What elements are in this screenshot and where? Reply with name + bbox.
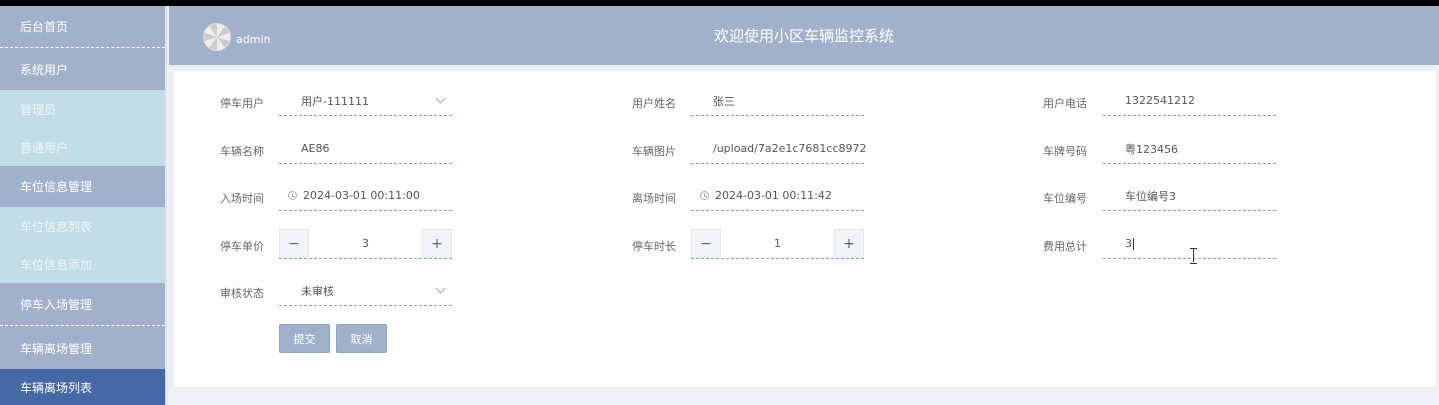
plate-number-input[interactable]: 粤123456 bbox=[1103, 134, 1276, 164]
exit-time-picker[interactable]: 2024-03-01 00:11:42 bbox=[691, 181, 864, 211]
total-fee-value: 3 bbox=[1125, 237, 1132, 250]
space-number-value: 车位编号3 bbox=[1125, 189, 1176, 203]
vehicle-image-value: /upload/7a2e1c7681cc8972 bbox=[713, 142, 867, 155]
unit-price-label: 停车单价 bbox=[220, 240, 264, 253]
review-status-label: 审核状态 bbox=[220, 287, 264, 300]
entry-time-picker[interactable]: 2024-03-01 00:11:00 bbox=[279, 181, 452, 211]
sidebar-item-home[interactable]: 后台首页 bbox=[0, 6, 165, 48]
sidebar-item-exit-list[interactable]: 车辆离场列表 bbox=[0, 369, 165, 405]
exit-time-value: 2024-03-01 00:11:42 bbox=[715, 189, 832, 202]
sidebar-item-label: 车辆离场列表 bbox=[20, 380, 93, 395]
duration-stepper: − 1 + bbox=[691, 229, 864, 259]
vehicle-name-input[interactable]: AE86 bbox=[279, 134, 452, 164]
sidebar-item-label: 后台首页 bbox=[20, 20, 69, 34]
cancel-button[interactable]: 取消 bbox=[336, 324, 387, 353]
clock-icon bbox=[700, 191, 709, 200]
duration-label: 停车时长 bbox=[632, 240, 676, 253]
user-select-value: 用户-111111 bbox=[301, 94, 369, 108]
duration-decrement-button[interactable]: − bbox=[691, 229, 721, 258]
unit-price-decrement-button[interactable]: − bbox=[279, 229, 309, 258]
space-number-label: 车位编号 bbox=[1043, 192, 1087, 205]
entry-time-label: 入场时间 bbox=[220, 192, 264, 205]
user-name-value: 张三 bbox=[713, 94, 735, 108]
plate-number-label: 车牌号码 bbox=[1043, 145, 1087, 158]
sidebar-item-label: 系统用户 bbox=[20, 63, 69, 77]
sidebar-item-label: 管理员 bbox=[20, 102, 57, 117]
sidebar-item-label: 普通用户 bbox=[20, 140, 69, 155]
user-label: 停车用户 bbox=[220, 97, 264, 110]
chevron-down-icon bbox=[435, 283, 446, 294]
user-name-label: 用户姓名 bbox=[632, 97, 676, 110]
sidebar-item-admins[interactable]: 管理员 bbox=[0, 90, 165, 128]
user-select[interactable]: 用户-111111 bbox=[279, 86, 452, 116]
sidebar-item-parking-space-list[interactable]: 车位信息列表 bbox=[0, 207, 165, 245]
clock-icon bbox=[288, 191, 297, 200]
text-caret bbox=[1133, 237, 1134, 250]
duration-increment-button[interactable]: + bbox=[834, 229, 864, 258]
duration-value[interactable]: 1 bbox=[721, 229, 834, 258]
entry-time-value: 2024-03-01 00:11:00 bbox=[303, 189, 420, 202]
exit-time-label: 离场时间 bbox=[632, 192, 676, 205]
ibeam-cursor-icon bbox=[1190, 248, 1198, 264]
unit-price-stepper: − 3 + bbox=[279, 229, 452, 259]
sidebar-item-label: 车辆离场管理 bbox=[20, 341, 93, 356]
chevron-down-icon bbox=[435, 93, 446, 104]
user-phone-input[interactable]: 1322541212 bbox=[1103, 86, 1276, 116]
sidebar-item-system-users[interactable]: 系统用户 bbox=[0, 49, 165, 90]
system-title: 欢迎使用小区车辆监控系统 bbox=[713, 27, 894, 45]
plate-number-value: 粤123456 bbox=[1125, 142, 1178, 156]
vehicle-name-value: AE86 bbox=[301, 142, 330, 155]
submit-button[interactable]: 提交 bbox=[279, 324, 330, 353]
review-status-value: 未审核 bbox=[301, 284, 334, 298]
sidebar-item-parking-space-management[interactable]: 车位信息管理 bbox=[0, 166, 165, 207]
user-phone-value: 1322541212 bbox=[1125, 94, 1195, 107]
sidebar-item-parking-space-add[interactable]: 车位信息添加 bbox=[0, 245, 165, 283]
sidebar-item-label: 车位信息列表 bbox=[20, 219, 93, 234]
total-fee-label: 费用总计 bbox=[1043, 240, 1087, 253]
user-phone-label: 用户电话 bbox=[1043, 97, 1087, 110]
vehicle-image-input[interactable]: /upload/7a2e1c7681cc8972 bbox=[691, 134, 867, 164]
sidebar-item-label: 车位信息添加 bbox=[20, 257, 93, 272]
space-number-input[interactable]: 车位编号3 bbox=[1103, 181, 1276, 211]
vehicle-name-label: 车辆名称 bbox=[220, 145, 264, 158]
sidebar-item-exit-management[interactable]: 车辆离场管理 bbox=[0, 327, 165, 369]
unit-price-value[interactable]: 3 bbox=[309, 229, 422, 258]
vehicle-image-label: 车辆图片 bbox=[632, 145, 676, 158]
sidebar-item-entry-management[interactable]: 停车入场管理 bbox=[0, 283, 165, 326]
unit-price-increment-button[interactable]: + bbox=[422, 229, 452, 258]
user-name-input[interactable]: 张三 bbox=[691, 86, 864, 116]
sidebar: 后台首页 系统用户 管理员 普通用户 车位信息管理 车位信息列表 车位信息添加 … bbox=[0, 6, 167, 405]
sidebar-item-label: 车位信息管理 bbox=[20, 180, 93, 194]
review-status-select[interactable]: 未审核 bbox=[279, 276, 452, 306]
header: admin 欢迎使用小区车辆监控系统 bbox=[169, 6, 1439, 65]
sidebar-item-label: 停车入场管理 bbox=[20, 297, 93, 312]
sidebar-item-normal-users[interactable]: 普通用户 bbox=[0, 128, 165, 166]
